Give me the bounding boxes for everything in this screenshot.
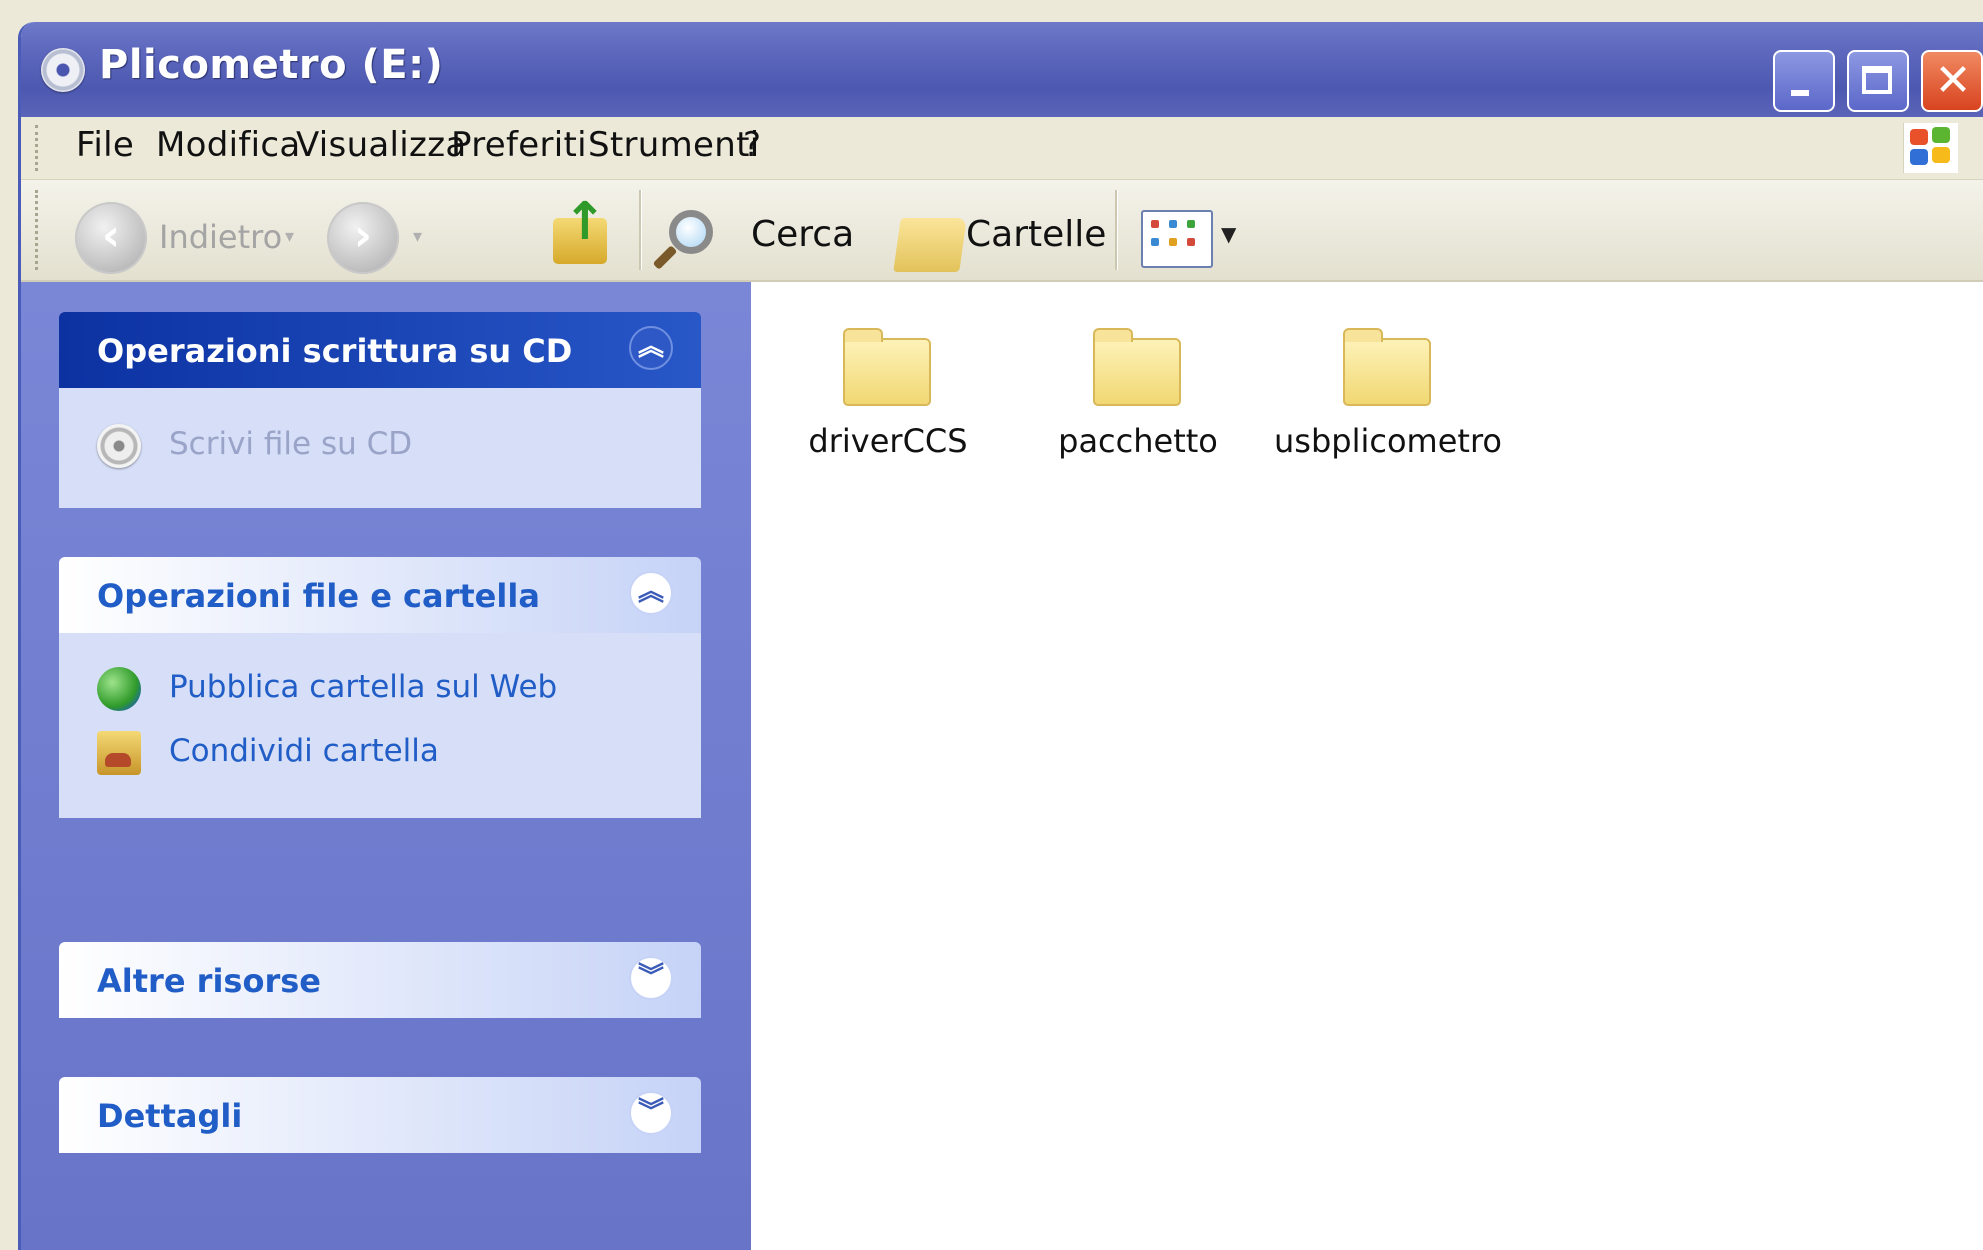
cd-drive-icon: [41, 48, 85, 92]
expand-chevron-icon[interactable]: ︾: [629, 956, 673, 1000]
menu-bar: File Modifica Visualizza Preferiti Strum…: [21, 117, 1983, 180]
other-places-title: Altre risorse: [97, 962, 321, 1000]
menu-visualizza[interactable]: Visualizza: [296, 125, 466, 165]
details-header[interactable]: Dettagli ︾: [59, 1077, 701, 1153]
minimize-button[interactable]: [1773, 50, 1835, 112]
task-pane: Operazioni scrittura su CD ︽ Scrivi file…: [21, 282, 751, 1250]
views-grid-icon: [1151, 220, 1159, 228]
close-icon: ✕: [1934, 55, 1972, 106]
globe-icon: [97, 667, 141, 711]
toolbar-separator: [1115, 190, 1118, 270]
menubar-grip[interactable]: [35, 125, 42, 171]
folder-name: pacchetto: [1058, 422, 1218, 460]
close-button[interactable]: ✕: [1921, 50, 1983, 112]
file-tasks-title: Operazioni file e cartella: [97, 577, 540, 615]
file-tasks-header[interactable]: Operazioni file e cartella ︽: [59, 557, 701, 633]
folders-button[interactable]: Cartelle: [966, 214, 1106, 255]
forward-button[interactable]: ›: [327, 202, 399, 274]
forward-arrow-icon: ›: [353, 210, 373, 261]
cd-tasks-title: Operazioni scrittura su CD: [97, 332, 573, 370]
toolbar-separator: [639, 190, 642, 270]
file-tasks-body: Pubblica cartella sul Web Condividi cart…: [59, 633, 701, 818]
file-list-view[interactable]: driverCCS pacchetto usbplicometro: [751, 282, 1983, 1250]
cd-tasks-panel: Operazioni scrittura su CD ︽ Scrivi file…: [59, 312, 701, 508]
cd-tasks-header[interactable]: Operazioni scrittura su CD ︽: [59, 312, 701, 388]
cd-write-icon: [97, 424, 141, 468]
folder-icon: [843, 328, 931, 406]
task-label[interactable]: Pubblica cartella sul Web: [169, 669, 557, 705]
back-dropdown-icon[interactable]: ▾: [285, 226, 294, 247]
menu-help[interactable]: ?: [743, 125, 761, 165]
other-places-panel: Altre risorse ︾: [59, 942, 701, 1018]
windows-logo-icon: [1903, 123, 1958, 173]
views-grid-icon: [1151, 238, 1159, 246]
views-grid-icon: [1187, 238, 1195, 246]
window-title: Plicometro (E:): [99, 42, 444, 88]
minimize-icon: [1791, 90, 1809, 96]
task-label[interactable]: Scrivi file su CD: [169, 426, 412, 462]
task-label[interactable]: Condividi cartella: [169, 733, 439, 769]
share-folder-icon: [97, 731, 141, 775]
views-grid-icon: [1169, 238, 1177, 246]
views-button[interactable]: [1141, 210, 1213, 268]
up-arrow-icon: ↑: [563, 192, 607, 252]
collapse-chevron-icon[interactable]: ︽: [629, 326, 673, 370]
views-grid-icon: [1169, 220, 1177, 228]
menu-preferiti[interactable]: Preferiti: [451, 125, 587, 165]
expand-chevron-icon[interactable]: ︾: [629, 1091, 673, 1135]
search-button[interactable]: Cerca: [751, 214, 854, 255]
folder-up-button[interactable]: ↑: [553, 192, 607, 264]
cd-tasks-body: Scrivi file su CD: [59, 388, 701, 508]
folder-icon: [1343, 328, 1431, 406]
back-arrow-icon: ‹: [101, 210, 121, 261]
toolbar: ‹ Indietro ▾ › ▾ ↑ Cerca Cartelle ▼: [21, 180, 1983, 282]
folder-name: usbplicometro: [1274, 422, 1502, 460]
forward-dropdown-icon[interactable]: ▾: [413, 226, 422, 247]
menu-modifica[interactable]: Modifica: [156, 125, 301, 165]
folder-item[interactable]: pacchetto: [1013, 322, 1263, 482]
details-panel: Dettagli ︾: [59, 1077, 701, 1153]
folder-name: driverCCS: [808, 422, 968, 460]
search-icon[interactable]: [669, 210, 713, 254]
other-places-header[interactable]: Altre risorse ︾: [59, 942, 701, 1018]
file-tasks-panel: Operazioni file e cartella ︽ Pubblica ca…: [59, 557, 701, 818]
maximize-icon: [1862, 66, 1892, 94]
back-label[interactable]: Indietro: [159, 218, 282, 256]
back-button[interactable]: ‹: [75, 202, 147, 274]
views-grid-icon: [1187, 220, 1195, 228]
folders-icon[interactable]: [893, 218, 967, 272]
explorer-window: Plicometro (E:) ✕ File Modifica Visualiz…: [18, 22, 1983, 1250]
toolbar-grip[interactable]: [35, 190, 42, 270]
maximize-button[interactable]: [1847, 50, 1909, 112]
menu-file[interactable]: File: [76, 125, 134, 165]
folder-item[interactable]: usbplicometro: [1263, 322, 1513, 482]
collapse-chevron-icon[interactable]: ︽: [629, 571, 673, 615]
menu-strumenti[interactable]: Strumenti: [588, 125, 760, 165]
details-title: Dettagli: [97, 1097, 243, 1135]
folder-icon: [1093, 328, 1181, 406]
views-dropdown-icon[interactable]: ▼: [1221, 222, 1236, 246]
title-bar[interactable]: Plicometro (E:) ✕: [21, 22, 1983, 117]
folder-item[interactable]: driverCCS: [763, 322, 1013, 482]
